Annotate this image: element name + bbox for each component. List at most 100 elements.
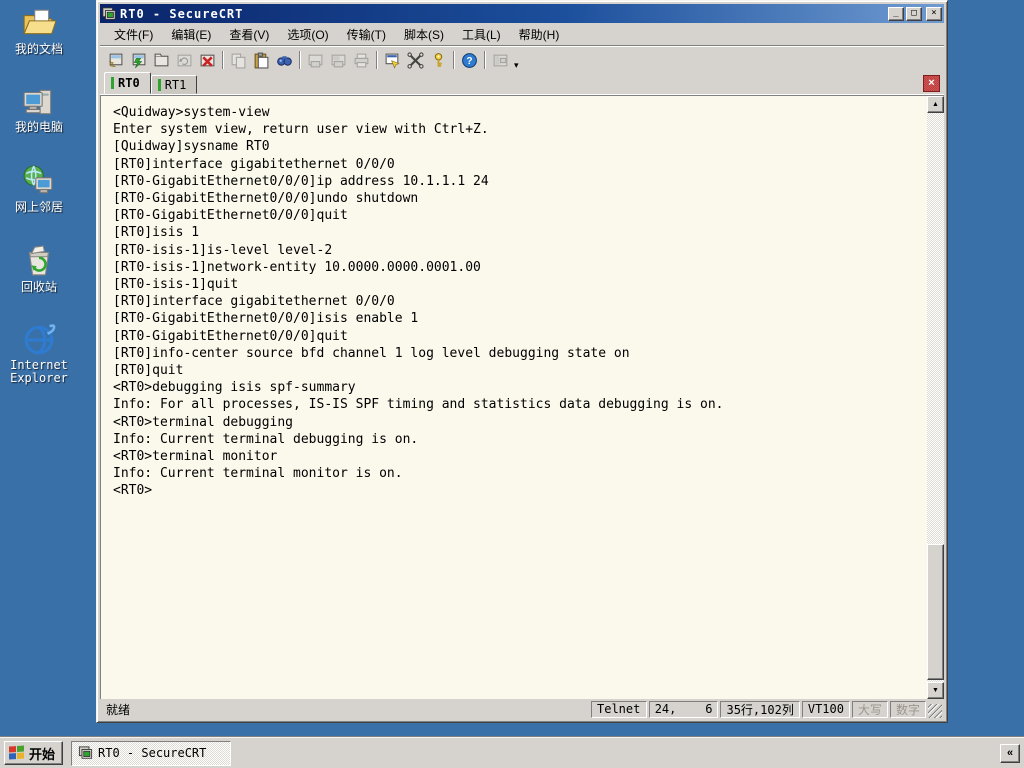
network-places-icon bbox=[22, 164, 56, 198]
terminal-line: [Quidway]sysname RT0 bbox=[113, 139, 270, 155]
title-bar[interactable]: RT0 - SecureCRT _ □ × bbox=[100, 4, 944, 23]
find-icon[interactable] bbox=[273, 49, 296, 71]
help-icon[interactable]: ? bbox=[458, 49, 481, 71]
paste-icon[interactable] bbox=[250, 49, 273, 71]
menu-item-6[interactable]: 工具(L) bbox=[454, 23, 509, 46]
status-terminal-size: 35行,102列 bbox=[720, 700, 800, 718]
toolbar: ? ▾ bbox=[100, 46, 944, 73]
terminal-line: [RT0-GigabitEthernet0/0/0]isis enable 1 bbox=[113, 311, 419, 327]
terminal-line: Info: Current terminal debugging is on. bbox=[113, 431, 419, 447]
menu-item-7[interactable]: 帮助(H) bbox=[511, 23, 568, 46]
menu-item-3[interactable]: 选项(O) bbox=[279, 23, 336, 46]
my-computer-icon bbox=[22, 84, 56, 118]
connect-in-tab-icon[interactable] bbox=[150, 49, 173, 71]
tab-rt1[interactable]: RT1 bbox=[150, 75, 198, 94]
terminal-area[interactable]: <Quidway>system-view Enter system view, r… bbox=[100, 95, 944, 699]
tray-overflow-button[interactable]: « bbox=[1000, 743, 1020, 763]
menu-item-0[interactable]: 文件(F) bbox=[106, 23, 161, 46]
scrollbar-thumb[interactable] bbox=[927, 544, 944, 680]
tab-label: RT0 bbox=[118, 76, 140, 90]
tab-bar: RT0 RT1 × bbox=[100, 72, 944, 95]
terminal-output[interactable]: <Quidway>system-view Enter system view, r… bbox=[101, 96, 927, 699]
start-label: 开始 bbox=[29, 746, 56, 762]
status-ready: 就绪 bbox=[106, 702, 131, 717]
status-cursor-position: 24, 6 bbox=[648, 700, 719, 718]
svg-text:?: ? bbox=[466, 56, 472, 67]
terminal-line: Info: For all processes, IS-IS SPF timin… bbox=[113, 397, 724, 413]
terminal-line: [RT0-isis-1]is-level level-2 bbox=[113, 242, 333, 258]
desktop-icon-recycle-bin[interactable]: 回收站 bbox=[0, 244, 78, 294]
toolbar-separator bbox=[222, 51, 224, 69]
menu-item-4[interactable]: 传输(T) bbox=[339, 23, 394, 46]
securecrt-app-icon bbox=[78, 746, 93, 759]
terminal-line: [RT0-GigabitEthernet0/0/0]quit bbox=[113, 328, 348, 344]
keymap-editor-icon[interactable] bbox=[404, 49, 427, 71]
start-button[interactable]: 开始 bbox=[4, 741, 64, 765]
terminal-line: <RT0>debugging isis spf-summary bbox=[113, 380, 356, 396]
terminal-line: [RT0]interface gigabitethernet 0/0/0 bbox=[113, 156, 395, 172]
printer-icon[interactable] bbox=[350, 49, 373, 71]
toolbar-separator bbox=[376, 51, 378, 69]
tab-close-button[interactable]: × bbox=[923, 75, 940, 92]
toolbar-separator bbox=[484, 51, 486, 69]
terminal-line: <RT0>terminal monitor bbox=[113, 449, 278, 465]
session-options-icon[interactable] bbox=[381, 49, 404, 71]
terminal-line: [RT0]isis 1 bbox=[113, 225, 200, 241]
quick-connect-icon[interactable] bbox=[104, 49, 127, 71]
status-emulation: VT100 bbox=[801, 700, 850, 718]
print-icon[interactable] bbox=[304, 49, 327, 71]
vertical-scrollbar[interactable]: ▲ ▼ bbox=[927, 96, 944, 699]
terminal-line: <Quidway>system-view bbox=[113, 105, 270, 120]
terminal-line: [RT0-isis-1]quit bbox=[113, 277, 239, 293]
menu-bar: 文件(F) 编辑(E) 查看(V) 选项(O) 传输(T) 脚本(S) 工具(L) 帮助(H) bbox=[100, 23, 944, 46]
close-button[interactable]: × bbox=[926, 6, 942, 21]
desktop-icon-label: Internet Explorer bbox=[10, 358, 68, 385]
terminal-line: <RT0> bbox=[113, 483, 153, 499]
maximize-button[interactable]: □ bbox=[906, 6, 922, 21]
menu-item-5[interactable]: 脚本(S) bbox=[396, 23, 452, 46]
desktop-icon-my-computer[interactable]: 我的电脑 bbox=[0, 84, 78, 134]
recycle-bin-icon bbox=[22, 244, 56, 278]
tab-rt0[interactable]: RT0 bbox=[104, 72, 151, 94]
scroll-up-icon[interactable]: ▲ bbox=[927, 96, 944, 113]
status-caps-lock: 大写 bbox=[851, 700, 888, 718]
terminal-line: [RT0-GigabitEthernet0/0/0]quit bbox=[113, 208, 348, 224]
desktop-icon-label: 我的电脑 bbox=[14, 120, 63, 134]
desktop-icon-internet-explorer[interactable]: Internet Explorer bbox=[0, 322, 78, 385]
desktop-icon-label: 网上邻居 bbox=[14, 200, 63, 214]
reconnect-icon[interactable] bbox=[173, 49, 196, 71]
connect-icon[interactable] bbox=[127, 49, 150, 71]
terminal-line: [RT0-GigabitEthernet0/0/0]undo shutdown bbox=[113, 191, 419, 207]
minimize-button[interactable]: _ bbox=[888, 6, 904, 21]
taskbar: 开始 RT0 - SecureCRT « bbox=[0, 737, 1024, 768]
scroll-down-icon[interactable]: ▼ bbox=[927, 682, 944, 699]
disconnect-icon[interactable] bbox=[196, 49, 219, 71]
terminal-line: Info: Current terminal monitor is on. bbox=[113, 466, 403, 482]
window-title: RT0 - SecureCRT bbox=[120, 6, 244, 21]
copy-icon[interactable] bbox=[227, 49, 250, 71]
desktop-icon-network-places[interactable]: 网上邻居 bbox=[0, 164, 78, 214]
desktop-icon-label: 回收站 bbox=[20, 280, 57, 294]
toolbar-overflow-icon[interactable]: ▾ bbox=[514, 60, 519, 73]
status-bar: 就绪 Telnet 24, 6 35行,102列 VT100 大写 数字 bbox=[100, 699, 944, 719]
taskbar-task-securecrt[interactable]: RT0 - SecureCRT bbox=[71, 740, 232, 766]
resize-grip[interactable] bbox=[928, 704, 942, 718]
securecrt-window: RT0 - SecureCRT _ □ × 文件(F) 编辑(E) 查看(V) 选项(… bbox=[96, 0, 948, 723]
menu-item-2[interactable]: 查看(V) bbox=[221, 23, 277, 46]
desktop-icon-my-documents[interactable]: 我的文档 bbox=[0, 6, 78, 56]
menu-item-1[interactable]: 编辑(E) bbox=[163, 23, 219, 46]
task-label: RT0 - SecureCRT bbox=[98, 746, 207, 760]
tab-status-indicator bbox=[157, 78, 161, 91]
terminal-line: [RT0-isis-1]network-entity 10.0000.0000.… bbox=[113, 259, 481, 275]
terminal-line: [RT0-GigabitEthernet0/0/0]ip address 10.… bbox=[113, 173, 489, 189]
print-selection-icon[interactable] bbox=[327, 49, 350, 71]
terminal-line: Enter system view, return user view with… bbox=[113, 122, 489, 138]
status-num-lock: 数字 bbox=[889, 700, 926, 718]
key-generator-icon[interactable] bbox=[427, 49, 450, 71]
securecrt-app-icon bbox=[102, 6, 116, 20]
windows-logo-icon bbox=[9, 745, 25, 760]
session-manager-icon[interactable] bbox=[489, 49, 512, 71]
terminal-line: [RT0]interface gigabitethernet 0/0/0 bbox=[113, 294, 395, 310]
tab-label: RT1 bbox=[164, 77, 187, 92]
desktop-icon-label: 我的文档 bbox=[14, 42, 63, 56]
